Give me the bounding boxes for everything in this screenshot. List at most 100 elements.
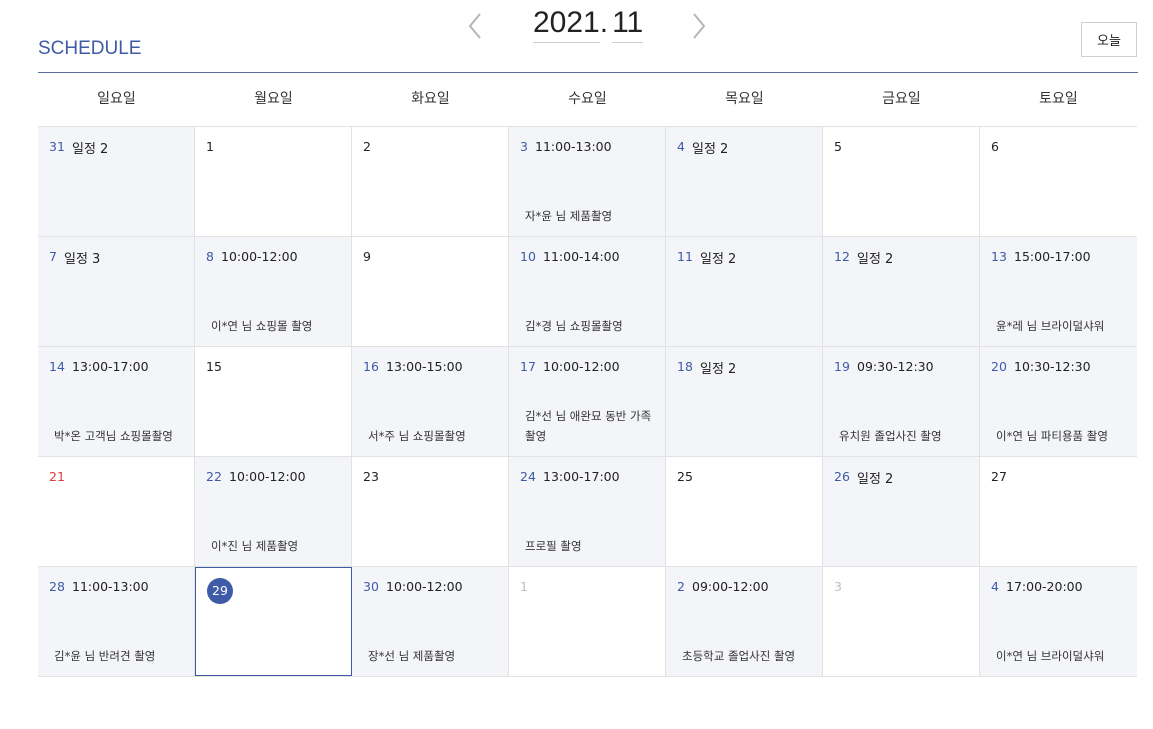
event-time: 10:00-12:00 <box>221 249 298 264</box>
event-count[interactable]: 일정 2 <box>700 358 736 377</box>
day-number: 26 <box>834 469 850 484</box>
event-count[interactable]: 일정 2 <box>700 248 736 267</box>
day-number: 31 <box>49 139 65 154</box>
calendar-week-row: 28 11:00-13:00 김*윤 님 반려견 촬영 29 30 10:00-12:00… <box>38 567 1137 677</box>
calendar-day-cell[interactable]: 31 일정 2 <box>38 127 195 236</box>
weekday-label: 화요일 <box>411 91 450 107</box>
calendar-day-cell[interactable]: 12 일정 2 <box>823 237 980 346</box>
day-number: 19 <box>834 359 850 374</box>
calendar-day-cell[interactable]: 9 <box>352 237 509 346</box>
day-number: 10 <box>520 249 536 264</box>
calendar-day-cell[interactable]: 1 <box>509 567 666 676</box>
calendar-day-cell[interactable]: 4 일정 2 <box>666 127 823 236</box>
day-number: 5 <box>834 139 842 154</box>
calendar-day-cell[interactable]: 22 10:00-12:00 이*진 님 제품촬영 <box>195 457 352 566</box>
event-title[interactable]: 서*주 님 쇼핑몰촬영 <box>368 426 498 446</box>
calendar-day-cell[interactable]: 23 <box>352 457 509 566</box>
event-count[interactable]: 일정 2 <box>692 138 728 157</box>
event-title[interactable]: 이*연 님 쇼핑몰 촬영 <box>211 316 341 336</box>
event-title[interactable]: 이*연 님 브라이덜샤워 <box>996 646 1127 666</box>
event-time: 10:00-12:00 <box>543 359 620 374</box>
calendar-day-today[interactable]: 29 <box>195 567 352 676</box>
event-title[interactable]: 이*진 님 제품촬영 <box>211 536 341 556</box>
calendar-day-cell[interactable]: 15 <box>195 347 352 456</box>
event-count[interactable]: 일정 3 <box>64 248 100 267</box>
calendar-day-cell[interactable]: 1 <box>195 127 352 236</box>
calendar-day-cell[interactable]: 19 09:30-12:30 유치원 졸업사진 촬영 <box>823 347 980 456</box>
year-select[interactable]: 2021 <box>533 6 600 43</box>
calendar-day-cell[interactable]: 21 <box>38 457 195 566</box>
day-number: 25 <box>677 469 693 484</box>
day-number: 23 <box>363 469 379 484</box>
event-title[interactable]: 윤*레 님 브라이덜샤워 <box>996 316 1127 336</box>
calendar-day-cell[interactable]: 3 <box>823 567 980 676</box>
event-title[interactable]: 김*윤 님 반려견 촬영 <box>54 646 184 666</box>
event-title[interactable]: 이*연 님 파티용품 촬영 <box>996 426 1127 446</box>
event-title[interactable]: 김*경 님 쇼핑몰촬영 <box>525 316 655 336</box>
day-number: 1 <box>520 579 528 594</box>
event-count[interactable]: 일정 2 <box>857 468 893 487</box>
calendar-day-cell[interactable]: 10 11:00-14:00 김*경 님 쇼핑몰촬영 <box>509 237 666 346</box>
page-title: SCHEDULE <box>38 38 142 59</box>
calendar-day-cell[interactable]: 28 11:00-13:00 김*윤 님 반려견 촬영 <box>38 567 195 676</box>
calendar-day-cell[interactable]: 8 10:00-12:00 이*연 님 쇼핑몰 촬영 <box>195 237 352 346</box>
event-time: 11:00-14:00 <box>543 249 620 264</box>
day-number: 4 <box>991 579 999 594</box>
calendar-day-cell[interactable]: 26 일정 2 <box>823 457 980 566</box>
day-number: 13 <box>991 249 1007 264</box>
prev-month-button[interactable] <box>460 8 490 44</box>
day-number: 3 <box>834 579 842 594</box>
month-select[interactable]: 11 <box>612 6 644 43</box>
calendar-day-cell[interactable]: 27 <box>980 457 1137 566</box>
calendar-day-cell[interactable]: 2 <box>352 127 509 236</box>
next-month-button[interactable] <box>684 8 714 44</box>
event-title[interactable]: 박*온 고객님 쇼핑몰촬영 <box>54 426 184 446</box>
day-number: 7 <box>49 249 57 264</box>
calendar-day-cell[interactable]: 5 <box>823 127 980 236</box>
calendar-day-cell[interactable]: 4 17:00-20:00 이*연 님 브라이덜샤워 <box>980 567 1137 676</box>
day-number: 12 <box>834 249 850 264</box>
calendar-day-cell[interactable]: 30 10:00-12:00 장*선 님 제품촬영 <box>352 567 509 676</box>
calendar-day-cell[interactable]: 11 일정 2 <box>666 237 823 346</box>
calendar-day-cell[interactable]: 7 일정 3 <box>38 237 195 346</box>
day-number: 21 <box>49 469 65 484</box>
date-separator: . <box>599 6 609 39</box>
calendar-day-cell[interactable]: 20 10:30-12:30 이*연 님 파티용품 촬영 <box>980 347 1137 456</box>
event-title[interactable]: 자*윤 님 제품촬영 <box>525 206 655 226</box>
day-number: 14 <box>49 359 65 374</box>
event-time: 10:00-12:00 <box>229 469 306 484</box>
calendar-day-cell[interactable]: 6 <box>980 127 1137 236</box>
calendar-day-cell[interactable]: 18 일정 2 <box>666 347 823 456</box>
event-time: 17:00-20:00 <box>1006 579 1083 594</box>
event-title[interactable]: 유치원 졸업사진 촬영 <box>839 426 969 446</box>
calendar-day-cell[interactable]: 25 <box>666 457 823 566</box>
day-number: 4 <box>677 139 685 154</box>
calendar-day-cell[interactable]: 14 13:00-17:00 박*온 고객님 쇼핑몰촬영 <box>38 347 195 456</box>
event-count[interactable]: 일정 2 <box>857 248 893 267</box>
weekday-label: 일요일 <box>97 91 136 107</box>
event-title[interactable]: 장*선 님 제품촬영 <box>368 646 498 666</box>
day-number: 22 <box>206 469 222 484</box>
event-title[interactable]: 초등학교 졸업사진 촬영 <box>682 646 812 666</box>
day-number: 16 <box>363 359 379 374</box>
calendar-day-cell[interactable]: 13 15:00-17:00 윤*레 님 브라이덜샤워 <box>980 237 1137 346</box>
event-title[interactable]: 프로필 촬영 <box>525 536 655 556</box>
day-number: 2 <box>677 579 685 594</box>
weekday-label: 목요일 <box>725 91 764 107</box>
day-number: 9 <box>363 249 371 264</box>
calendar-day-cell[interactable]: 17 10:00-12:00 김*선 님 애완묘 동반 가족 촬영 <box>509 347 666 456</box>
event-title[interactable]: 김*선 님 애완묘 동반 가족 촬영 <box>525 406 655 446</box>
day-number: 6 <box>991 139 999 154</box>
calendar-day-cell[interactable]: 24 13:00-17:00 프로필 촬영 <box>509 457 666 566</box>
event-time: 11:00-13:00 <box>72 579 149 594</box>
today-button[interactable]: 오늘 <box>1081 22 1137 57</box>
event-count[interactable]: 일정 2 <box>72 138 108 157</box>
day-number: 18 <box>677 359 693 374</box>
calendar-week-row: 7 일정 3 8 10:00-12:00 이*연 님 쇼핑몰 촬영 9 10 11:00-14… <box>38 237 1137 347</box>
weekday-label: 수요일 <box>568 91 607 107</box>
day-number: 17 <box>520 359 536 374</box>
weekday-label: 월요일 <box>254 91 293 107</box>
calendar-day-cell[interactable]: 16 13:00-15:00 서*주 님 쇼핑몰촬영 <box>352 347 509 456</box>
calendar-day-cell[interactable]: 3 11:00-13:00 자*윤 님 제품촬영 <box>509 127 666 236</box>
calendar-day-cell[interactable]: 2 09:00-12:00 초등학교 졸업사진 촬영 <box>666 567 823 676</box>
